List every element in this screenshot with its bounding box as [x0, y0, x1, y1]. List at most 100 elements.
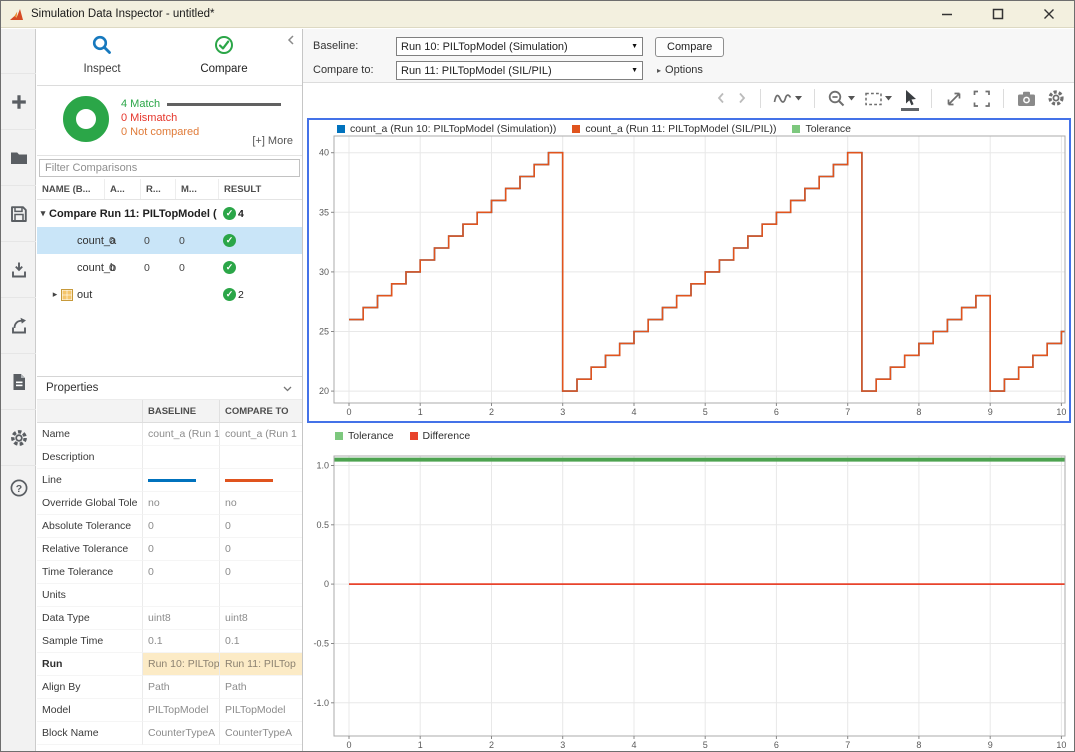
property-value-baseline[interactable]: count_a (Run 1 — [142, 423, 219, 446]
comparison-group-row[interactable]: ▾ Compare Run 11: PILTopModel ( ✓4 — [37, 200, 302, 227]
filter-input[interactable] — [39, 159, 300, 177]
match-count: 4 Match — [121, 97, 199, 111]
property-value-compare[interactable]: Run 11: PILTop — [219, 653, 302, 676]
preferences-button[interactable] — [1, 409, 36, 465]
match-badge-icon: ✓ — [223, 234, 236, 247]
legend-item[interactable]: count_a (Run 11: PILTopModel (SIL/PIL)) — [572, 123, 776, 135]
property-value-compare[interactable]: count_a (Run 1 — [219, 423, 302, 446]
property-value-baseline[interactable]: 0 — [142, 515, 219, 538]
comparison-table-header: NAME (B... A... R... M... RESULT — [37, 179, 302, 200]
property-row: Line — [37, 469, 302, 492]
snapshot-icon[interactable] — [1016, 89, 1037, 108]
zoom-region-icon[interactable] — [864, 89, 892, 108]
zoom-out-icon[interactable] — [827, 89, 855, 108]
legend-swatch-icon — [410, 432, 418, 440]
compare-to-column-header: COMPARE TO — [219, 400, 302, 422]
properties-header[interactable]: Properties — [37, 376, 302, 400]
property-value-baseline[interactable]: uint8 — [142, 607, 219, 630]
legend-item[interactable]: count_a (Run 10: PILTopModel (Simulation… — [337, 123, 556, 135]
help-button[interactable]: ? — [1, 465, 36, 509]
property-label: Absolute Tolerance — [37, 515, 142, 538]
property-value-compare[interactable]: 0 — [219, 515, 302, 538]
svg-text:5: 5 — [703, 740, 708, 749]
property-value-baseline[interactable]: no — [142, 492, 219, 515]
open-button[interactable] — [1, 129, 36, 185]
svg-text:0: 0 — [346, 740, 351, 749]
property-label: Run — [37, 653, 142, 676]
expand-caret-icon[interactable]: ▾ — [37, 208, 49, 219]
property-value-compare[interactable]: no — [219, 492, 302, 515]
property-value-baseline[interactable]: Run 10: PILTop — [142, 653, 219, 676]
property-value-baseline[interactable] — [142, 584, 219, 607]
difference-plot[interactable]: 0123456789101.00.50-0.5-1.0 — [307, 427, 1071, 749]
property-value-compare[interactable] — [219, 446, 302, 469]
export-button[interactable] — [1, 297, 36, 353]
create-report-button[interactable] — [1, 353, 36, 409]
signal-trace-icon[interactable] — [773, 89, 802, 107]
maximize-button[interactable] — [991, 7, 1005, 21]
column-header-result[interactable]: RESULT — [218, 179, 302, 199]
signal-row-count-b[interactable]: count_b 0 0 0 ✓ — [37, 254, 302, 281]
legend-item-label: Difference — [423, 430, 471, 442]
compare-to-select[interactable]: Run 11: PILTopModel (SIL/PIL) ▼ — [396, 61, 643, 80]
tab-compare[interactable]: Compare — [165, 34, 283, 75]
legend-item-label: count_a (Run 10: PILTopModel (Simulation… — [350, 123, 556, 135]
collapsed-caret-icon[interactable]: ▸ — [49, 289, 61, 300]
legend-item[interactable]: Tolerance — [335, 430, 394, 442]
svg-text:6: 6 — [774, 740, 779, 749]
property-row: ModelPILTopModelPILTopModel — [37, 699, 302, 722]
comparison-out-row[interactable]: ▸ out ✓2 — [37, 281, 302, 308]
minimize-button[interactable] — [940, 7, 954, 21]
comparison-chart[interactable]: count_a (Run 10: PILTopModel (Simulation… — [307, 118, 1071, 423]
svg-text:25: 25 — [319, 327, 329, 337]
property-value-baseline[interactable]: 0 — [142, 561, 219, 584]
save-button[interactable] — [1, 185, 36, 241]
svg-text:0: 0 — [324, 579, 329, 589]
property-value-baseline[interactable]: 0.1 — [142, 630, 219, 653]
property-value-compare[interactable]: Path — [219, 676, 302, 699]
options-toggle[interactable]: ▸ Options — [657, 64, 703, 76]
property-value-baseline[interactable]: 0 — [142, 538, 219, 561]
svg-text:10: 10 — [1056, 407, 1066, 417]
legend-item[interactable]: Tolerance — [792, 123, 851, 135]
next-icon[interactable] — [736, 91, 748, 105]
add-button[interactable] — [1, 73, 36, 129]
property-value-baseline[interactable]: CounterTypeA — [142, 722, 219, 745]
column-header-name[interactable]: NAME (B... — [37, 179, 104, 199]
column-header-max[interactable]: M... — [175, 179, 218, 199]
property-value-baseline[interactable] — [142, 446, 219, 469]
pointer-tool-icon[interactable] — [901, 89, 919, 111]
property-value-compare[interactable] — [219, 469, 302, 492]
chevron-down-icon[interactable] — [282, 383, 293, 394]
collapse-panel-icon[interactable] — [285, 33, 297, 51]
property-value-baseline[interactable]: Path — [142, 676, 219, 699]
difference-chart[interactable]: ToleranceDifference 0123456789101.00.50-… — [307, 427, 1071, 749]
property-value-compare[interactable] — [219, 584, 302, 607]
column-header-rel[interactable]: R... — [140, 179, 175, 199]
comparison-plot[interactable]: 0123456789102025303540 — [309, 120, 1069, 421]
property-value-compare[interactable]: 0 — [219, 561, 302, 584]
property-value-compare[interactable]: 0 — [219, 538, 302, 561]
properties-title: Properties — [46, 382, 98, 394]
property-value-compare[interactable]: CounterTypeA — [219, 722, 302, 745]
fullscreen-icon[interactable] — [972, 89, 991, 108]
baseline-select[interactable]: Run 10: PILTopModel (Simulation) ▼ — [396, 37, 643, 56]
property-value-baseline[interactable]: PILTopModel — [142, 699, 219, 722]
signal-row-count-a[interactable]: count_a 0 0 0 ✓ — [37, 227, 302, 254]
property-value-compare[interactable]: uint8 — [219, 607, 302, 630]
previous-icon[interactable] — [715, 91, 727, 105]
pan-icon[interactable] — [944, 89, 963, 108]
property-value-compare[interactable]: 0.1 — [219, 630, 302, 653]
svg-text:9: 9 — [988, 407, 993, 417]
import-button[interactable] — [1, 241, 36, 297]
column-header-abs[interactable]: A... — [104, 179, 140, 199]
property-value-baseline[interactable] — [142, 469, 219, 492]
properties-table-header: BASELINE COMPARE TO — [37, 400, 302, 423]
chart-settings-icon[interactable] — [1046, 88, 1066, 108]
legend-item[interactable]: Difference — [410, 430, 471, 442]
property-value-compare[interactable]: PILTopModel — [219, 699, 302, 722]
compare-button[interactable]: Compare — [655, 37, 724, 57]
close-button[interactable] — [1042, 7, 1056, 21]
more-link[interactable]: [+] More — [252, 135, 293, 147]
tab-inspect[interactable]: Inspect — [43, 34, 161, 75]
